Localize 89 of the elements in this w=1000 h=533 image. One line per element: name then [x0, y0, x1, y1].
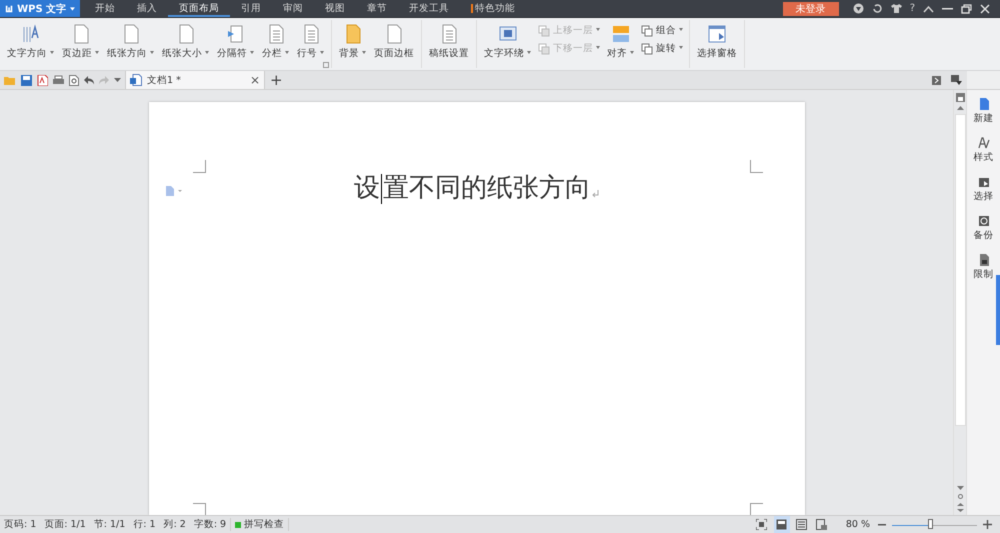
refresh-icon[interactable]	[872, 3, 883, 14]
paragraph-mark-icon	[592, 190, 599, 198]
web-layout-icon	[816, 519, 828, 530]
ribbon-button[interactable]: 分隔符	[213, 24, 258, 60]
outline-icon	[796, 519, 808, 530]
view-mode-button[interactable]	[754, 516, 770, 533]
collapse-icon[interactable]	[923, 4, 934, 12]
view-mode-button[interactable]	[814, 516, 830, 533]
scrollbar[interactable]	[953, 90, 966, 515]
status-field: 列: 2	[160, 518, 190, 531]
layer-icon	[641, 42, 653, 54]
menu-tab[interactable]: 页面布局	[168, 0, 230, 17]
document-icon	[978, 98, 990, 110]
ribbon-button[interactable]: 行号	[293, 24, 328, 60]
menu-tab[interactable]: 视图	[314, 0, 356, 17]
caret-icon[interactable]	[114, 78, 121, 82]
ribbon-button[interactable]: 文字方向	[3, 24, 58, 60]
align-icon	[610, 24, 630, 44]
down-arrow-icon[interactable]	[956, 486, 964, 490]
task-pane-button[interactable]: 选择	[974, 176, 994, 203]
paragraph-handle-icon[interactable]	[164, 186, 182, 196]
minimize-icon[interactable]	[942, 7, 953, 10]
menu-tab[interactable]: 开发工具	[398, 0, 460, 17]
page-view-icon	[776, 519, 788, 530]
menu-tab[interactable]: 开始	[84, 0, 126, 17]
document-heading: 设置不同的纸张方向	[354, 172, 591, 206]
menu-tab[interactable]: 引用	[230, 0, 272, 17]
view-mode-button[interactable]	[774, 516, 790, 533]
status-field: 字数: 9	[190, 518, 230, 531]
document-icon	[130, 74, 142, 86]
status-field: 行: 1	[129, 518, 160, 531]
task-pane-button[interactable]: 新建	[974, 98, 994, 125]
zoom-level: 80 %	[846, 519, 870, 530]
ribbon-button[interactable]: 组合	[641, 24, 683, 37]
ribbon-button[interactable]: 对齐	[603, 24, 638, 60]
ribbon-button[interactable]: 背景	[335, 24, 370, 60]
ruler-toggle-icon[interactable]	[956, 93, 964, 102]
ribbon-button[interactable]: 纸张大小	[158, 24, 213, 60]
menu-tab[interactable]: 章节	[356, 0, 398, 17]
restore-icon[interactable]	[961, 4, 972, 14]
status-field: 页码: 1	[0, 518, 40, 531]
document-icon	[226, 24, 246, 44]
caret-icon	[70, 6, 75, 10]
ribbon-button[interactable]: 旋转	[641, 42, 683, 55]
preview-icon[interactable]	[69, 74, 79, 86]
pane-icon	[707, 24, 727, 44]
status-field: 节: 1/1	[90, 518, 130, 531]
layer-icon	[538, 42, 550, 54]
browse-icon[interactable]	[958, 494, 962, 499]
pane-toggle-icon[interactable]	[951, 75, 962, 85]
fullscreen-icon	[756, 519, 768, 530]
new-tab-button[interactable]: +	[265, 71, 288, 89]
app-menu-button[interactable]: WPS 文字	[0, 0, 80, 17]
menu-tab[interactable]: 插入	[126, 0, 168, 17]
task-pane-button[interactable]: 备份	[974, 215, 994, 242]
close-tab-button[interactable]: ×	[250, 73, 260, 87]
ribbon-button[interactable]: 页边距	[58, 24, 103, 60]
layer-icon	[538, 24, 550, 36]
ribbon-button[interactable]: 文字环绕	[480, 24, 535, 60]
ribbon-button[interactable]: 纸张方向	[103, 24, 158, 60]
print-icon[interactable]	[53, 74, 64, 86]
zoom-slider[interactable]	[892, 518, 977, 530]
undo-icon[interactable]	[84, 76, 94, 84]
spell-check-toggle[interactable]: 拼写检查	[230, 518, 290, 531]
menu-tab[interactable]: 特色功能	[460, 0, 526, 17]
close-icon[interactable]	[980, 4, 990, 14]
help-button[interactable]: ?	[906, 3, 919, 14]
zoom-in-icon[interactable]	[983, 520, 992, 529]
ribbon-button[interactable]: 页面边框	[370, 24, 418, 60]
save-icon[interactable]	[21, 74, 32, 86]
task-pane-button[interactable]: 样式	[974, 137, 994, 164]
task-pane-button[interactable]: 限制	[974, 254, 994, 281]
shirt-icon[interactable]	[890, 3, 902, 14]
menu-tab[interactable]: 审阅	[272, 0, 314, 17]
ribbon-button[interactable]: 分栏	[258, 24, 293, 60]
page-up-down-icon[interactable]	[956, 503, 964, 512]
document-tab[interactable]: 文档1 * ×	[125, 71, 265, 89]
ribbon-button[interactable]: 选择窗格	[693, 24, 741, 60]
app-logo-icon	[5, 4, 14, 14]
text-direction-icon	[20, 24, 40, 44]
ribbon-button[interactable]: 稿纸设置	[425, 24, 473, 60]
layer-icon	[641, 24, 653, 36]
document-title: 文档1 *	[147, 74, 182, 86]
view-mode-button[interactable]	[794, 516, 810, 533]
pdf-icon[interactable]	[37, 74, 48, 86]
up-arrow-icon[interactable]	[956, 106, 964, 110]
status-field: 页面: 1/1	[40, 518, 90, 531]
slider-thumb[interactable]	[928, 518, 934, 528]
tab-list-icon[interactable]	[932, 76, 941, 84]
